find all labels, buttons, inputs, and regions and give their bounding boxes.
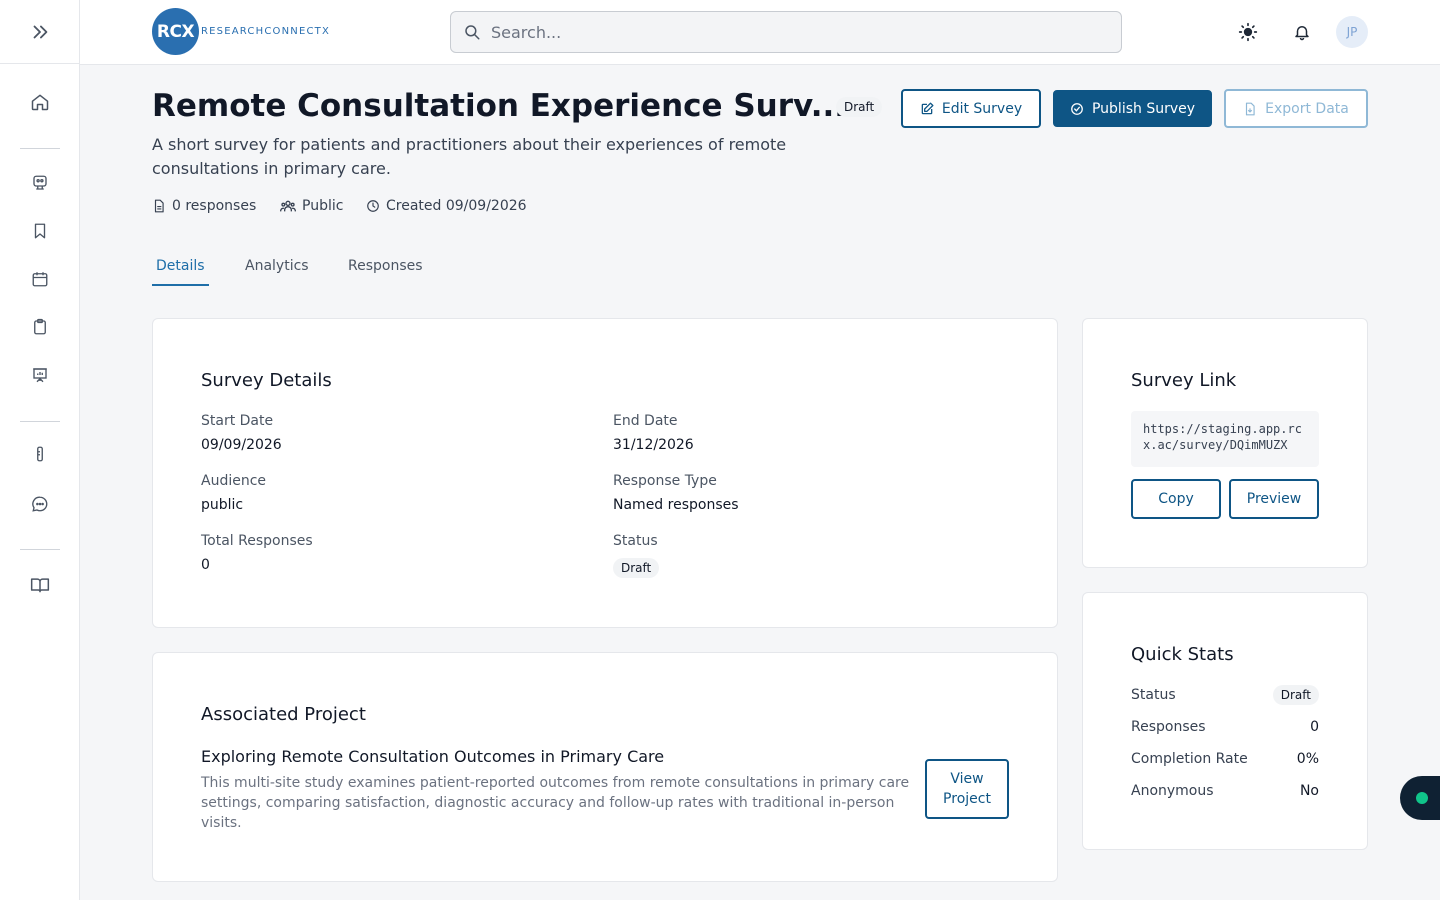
meta-created: Created 09/09/2026 [366,198,527,214]
online-status-dot-icon [1416,792,1428,804]
search-icon [463,23,481,41]
stat-label: Responses [1131,719,1206,735]
total-responses-label: Total Responses [201,533,313,549]
theme-toggle-sun-icon[interactable] [1236,20,1260,44]
publish-survey-button[interactable]: Publish Survey [1053,90,1212,127]
start-date-value: 09/09/2026 [201,437,282,453]
stat-row-anonymous: Anonymous No [1131,783,1319,799]
response-type-label: Response Type [613,473,717,489]
monitor-icon[interactable] [28,171,52,195]
preview-button[interactable]: Preview [1229,479,1319,519]
export-data-button[interactable]: Export Data [1224,89,1368,128]
sidebar [0,0,80,900]
export-data-label: Export Data [1265,100,1349,117]
page-title: Remote Consultation Experience Surv... [152,88,847,124]
meta-visibility: Public [280,198,343,214]
floating-status-widget[interactable] [1400,776,1440,820]
check-circle-icon [1070,102,1084,116]
status-badge: Draft [613,558,660,578]
stat-label: Anonymous [1131,783,1214,799]
response-type-value: Named responses [613,497,739,513]
stat-row-responses: Responses 0 [1131,719,1319,735]
view-project-button[interactable]: View Project [925,759,1009,819]
sidebar-divider [20,148,60,149]
flask-icon[interactable] [28,442,52,466]
user-avatar[interactable]: JP [1336,16,1368,48]
book-icon[interactable] [28,573,52,597]
tab-details[interactable]: Details [152,258,209,286]
associated-project-title: Associated Project [201,704,366,725]
clipboard-icon[interactable] [28,315,52,339]
survey-url[interactable]: https://staging.app.rcx.ac/survey/DQimMU… [1131,411,1319,467]
file-download-icon [1243,102,1257,116]
notifications-bell-icon[interactable] [1290,20,1314,44]
publish-survey-label: Publish Survey [1091,100,1196,117]
view-project-label-line2: Project [943,791,991,807]
end-date-label: End Date [613,413,678,429]
start-date-label: Start Date [201,413,274,429]
audience-value: public [201,497,244,513]
brand-logo-mark: RCX [152,8,199,55]
expand-sidebar-icon[interactable] [29,21,51,43]
users-icon [280,198,296,214]
stat-value: 0 [1310,719,1319,735]
project-name: Exploring Remote Consultation Outcomes i… [201,747,665,766]
stat-value: 0% [1296,751,1319,767]
tab-analytics[interactable]: Analytics [245,258,309,284]
sidebar-divider [20,421,60,422]
top-header: RCX RESEARCHCONNECTX JP [80,0,1440,65]
meta-responses: 0 responses [152,198,256,214]
bookmark-icon[interactable] [28,219,52,243]
meta-responses-text: 0 responses [172,198,257,214]
document-icon [152,199,166,213]
tab-responses[interactable]: Responses [348,258,423,284]
stat-label: Status [1131,687,1176,703]
search-input[interactable] [491,22,1091,42]
copy-link-button[interactable]: Copy [1131,479,1221,519]
sidebar-header [0,0,79,64]
status-label: Status [613,533,658,549]
calendar-icon[interactable] [28,267,52,291]
total-responses-value: 0 [201,557,210,573]
survey-description: A short survey for patients and practiti… [152,135,787,178]
stat-status-badge: Draft [1272,685,1319,705]
survey-details-card: Survey Details Start Date 09/09/2026 End… [152,318,1058,628]
edit-survey-button[interactable]: Edit Survey [901,89,1041,128]
brand-logo[interactable]: RCX RESEARCHCONNECTX [152,8,330,55]
end-date-value: 31/12/2026 [613,437,694,453]
edit-survey-label: Edit Survey [941,100,1023,117]
project-description: This multi-site study examines patient-r… [201,775,910,831]
status-badge: Draft [836,97,883,117]
quick-stats-title: Quick Stats [1131,644,1234,665]
stat-row-status: Status Draft [1131,685,1319,705]
meta-created-text: Created 09/09/2026 [386,198,527,214]
clock-icon [366,199,380,213]
stat-row-completion-rate: Completion Rate 0% [1131,751,1319,767]
search-bar [450,11,1122,53]
brand-name: RESEARCHCONNECTX [201,26,330,37]
stat-label: Completion Rate [1131,751,1248,767]
stat-value: No [1299,783,1319,799]
survey-link-card: Survey Link https://staging.app.rcx.ac/s… [1082,318,1368,568]
edit-icon [920,102,934,116]
sidebar-divider [20,549,60,550]
view-project-label-line1: View [950,771,984,787]
audience-label: Audience [201,473,267,489]
presentation-icon[interactable] [28,363,52,387]
home-icon[interactable] [28,90,52,114]
associated-project-card: Associated Project Exploring Remote Cons… [152,652,1058,882]
survey-link-title: Survey Link [1131,370,1237,391]
chat-icon[interactable] [28,492,52,516]
quick-stats-card: Quick Stats Status Draft Responses 0 Com… [1082,592,1368,850]
survey-details-title: Survey Details [201,370,332,391]
meta-visibility-text: Public [302,198,344,214]
